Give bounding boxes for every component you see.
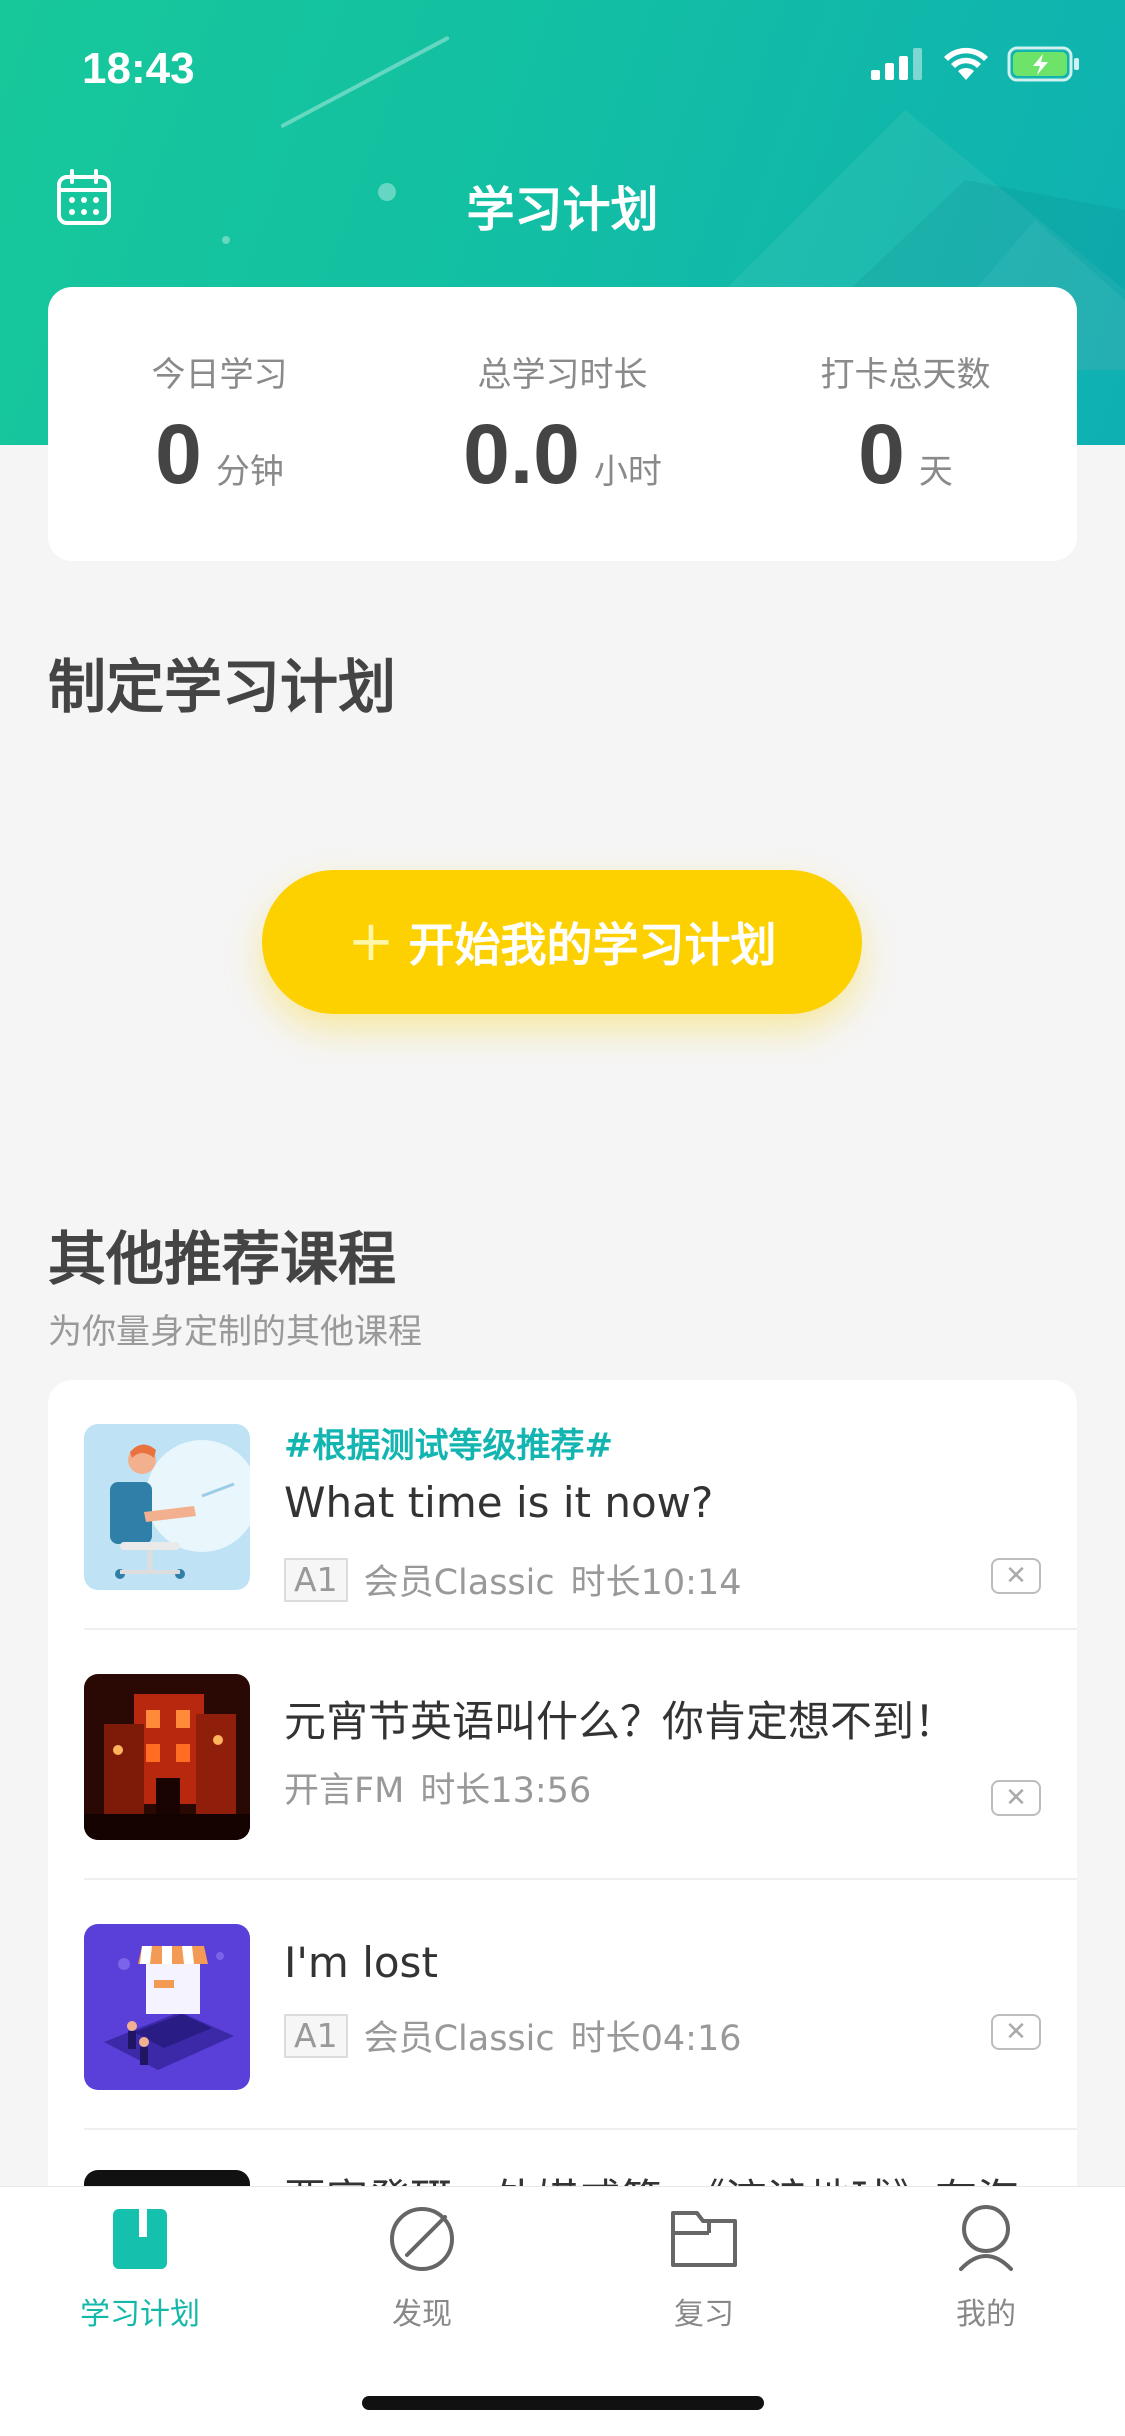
close-icon: ✕ bbox=[1005, 2017, 1027, 2047]
close-icon: ✕ bbox=[1005, 1561, 1027, 1591]
start-plan-label: 开始我的学习计划 bbox=[408, 918, 777, 972]
course-duration: 时长13:56 bbox=[420, 1771, 592, 1811]
course-source: 开言FM bbox=[284, 1771, 405, 1811]
course-item[interactable]: 元宵节英语叫什么？你肯定想不到！ 开言FM 时长13:56 ✕ bbox=[48, 1630, 1077, 1880]
course-list: #根据测试等级推荐# What time is it now? A1 会员Cla… bbox=[48, 1380, 1077, 2200]
plus-icon: + bbox=[347, 909, 395, 974]
stat-value: 0 bbox=[155, 407, 202, 501]
course-source: 会员Classic bbox=[363, 2019, 555, 2059]
status-time: 18:43 bbox=[82, 44, 195, 93]
tab-label: 学习计划 bbox=[80, 2297, 200, 2332]
stat-total-hours: 总学习时长 0.0 小时 bbox=[391, 287, 734, 561]
start-plan-button[interactable]: + 开始我的学习计划 bbox=[262, 870, 862, 1014]
discover-icon bbox=[390, 2207, 454, 2271]
stat-today: 今日学习 0 分钟 bbox=[48, 287, 391, 561]
course-source: 会员Classic bbox=[363, 1563, 555, 1603]
wifi-icon bbox=[944, 47, 988, 80]
course-title: What time is it now? bbox=[284, 1478, 714, 1527]
tab-study-plan[interactable]: 学习计划 bbox=[40, 2203, 240, 2333]
stat-label: 今日学习 bbox=[151, 355, 288, 395]
dismiss-course-button[interactable]: ✕ bbox=[991, 1558, 1041, 1594]
tab-label: 我的 bbox=[956, 2297, 1016, 2332]
home-indicator bbox=[362, 2396, 764, 2410]
course-meta: 开言FM 时长13:56 bbox=[284, 1762, 591, 1813]
stat-label: 打卡总天数 bbox=[820, 355, 991, 395]
tab-discover[interactable]: 发现 bbox=[322, 2203, 522, 2333]
course-thumbnail bbox=[84, 1924, 250, 2090]
course-meta: A1 会员Classic 时长04:16 bbox=[284, 2010, 742, 2061]
status-icons bbox=[871, 46, 1081, 82]
navigation-bar: 学习计划 bbox=[0, 150, 1125, 250]
tab-review[interactable]: 复习 bbox=[604, 2203, 804, 2333]
level-badge: A1 bbox=[284, 1557, 348, 1602]
course-item[interactable]: #根据测试等级推荐# What time is it now? A1 会员Cla… bbox=[48, 1380, 1077, 1630]
battery-charging-icon bbox=[1007, 46, 1079, 82]
stat-unit: 小时 bbox=[593, 452, 662, 492]
status-bar: 18:43 bbox=[0, 0, 1125, 135]
course-duration: 时长04:16 bbox=[570, 2019, 742, 2059]
level-badge: A1 bbox=[284, 2013, 348, 2058]
dismiss-course-button[interactable]: ✕ bbox=[991, 2014, 1041, 2050]
page-title: 学习计划 bbox=[466, 182, 659, 238]
study-plan-icon bbox=[113, 2209, 167, 2269]
tab-label: 发现 bbox=[392, 2297, 452, 2332]
tab-profile[interactable]: 我的 bbox=[886, 2203, 1086, 2333]
study-plan-screen: 18:43 学习计划 今日学习 0 分钟 总学习时长 0.0 小时 打卡总天数 … bbox=[0, 0, 1125, 2436]
review-folder-icon bbox=[671, 2211, 737, 2267]
profile-icon bbox=[959, 2205, 1013, 2271]
course-meta: A1 会员Classic 时长10:14 bbox=[284, 1554, 742, 1605]
course-item[interactable]: I'm lost A1 会员Classic 时长04:16 ✕ bbox=[48, 1880, 1077, 2130]
stat-value: 0 bbox=[858, 407, 905, 501]
recommend-section-title: 其他推荐课程 bbox=[48, 1225, 397, 1293]
course-thumbnail bbox=[84, 1424, 250, 1590]
recommend-section-subtitle: 为你量身定制的其他课程 bbox=[48, 1312, 422, 1352]
stat-unit: 分钟 bbox=[215, 452, 284, 492]
signal-icon bbox=[871, 48, 922, 80]
course-thumbnail bbox=[84, 1674, 250, 1840]
course-title: I'm lost bbox=[284, 1938, 438, 1987]
course-duration: 时长10:14 bbox=[570, 1563, 742, 1603]
stat-unit: 天 bbox=[918, 452, 953, 492]
stat-value: 0.0 bbox=[463, 407, 580, 501]
stats-card: 今日学习 0 分钟 总学习时长 0.0 小时 打卡总天数 0 天 bbox=[48, 287, 1077, 561]
dismiss-course-button[interactable]: ✕ bbox=[991, 1780, 1041, 1816]
stat-checkin-days: 打卡总天数 0 天 bbox=[734, 287, 1077, 561]
tab-label: 复习 bbox=[674, 2297, 734, 2332]
close-icon: ✕ bbox=[1005, 1783, 1027, 1813]
stat-label: 总学习时长 bbox=[477, 355, 648, 395]
course-tag: #根据测试等级推荐# bbox=[284, 1426, 613, 1466]
course-title: 元宵节英语叫什么？你肯定想不到！ bbox=[284, 1697, 957, 1746]
plan-section-title: 制定学习计划 bbox=[48, 653, 397, 721]
